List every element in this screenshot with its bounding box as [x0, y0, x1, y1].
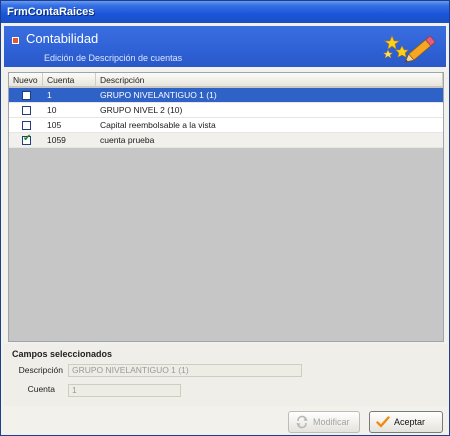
- aceptar-label: Aceptar: [394, 417, 426, 427]
- aceptar-button[interactable]: Aceptar: [369, 411, 443, 433]
- nuevo-cell: [9, 88, 43, 103]
- cuenta-cell: 105: [47, 120, 62, 130]
- window-title: FrmContaRaices: [7, 6, 95, 18]
- bullet-icon: [12, 37, 19, 44]
- descripcion-label: Descripción: [18, 365, 63, 375]
- column-header-nuevo[interactable]: Nuevo: [9, 73, 43, 87]
- descripcion-field[interactable]: GRUPO NIVELANTIGUO 1 (1): [68, 364, 302, 377]
- table-row[interactable]: 1 GRUPO NIVELANTIGUO 1 (1): [9, 88, 443, 103]
- nuevo-cell: [9, 103, 43, 118]
- modificar-label: Modificar: [313, 417, 350, 427]
- column-header-cuenta[interactable]: Cuenta: [43, 73, 96, 87]
- checkmark-icon: [376, 416, 390, 428]
- column-header-descripcion[interactable]: Descripción: [96, 73, 443, 87]
- modificar-button[interactable]: Modificar: [288, 411, 360, 433]
- selected-fields-title: Campos seleccionados: [12, 349, 113, 359]
- cuenta-label: Cuenta: [27, 384, 55, 394]
- cuenta-cell: 10: [47, 105, 57, 115]
- selected-fields-panel: Campos seleccionados Descripción GRUPO N…: [4, 344, 448, 406]
- descripcion-cell: cuenta prueba: [100, 135, 155, 145]
- table-row[interactable]: 105 Capital reembolsable a la vista: [9, 118, 443, 133]
- accounts-grid[interactable]: Nuevo Cuenta Descripción 1 GRUPO NIVELAN…: [8, 72, 444, 342]
- table-row[interactable]: ✔ 1059 cuenta prueba: [9, 133, 443, 148]
- nuevo-cell: ✔: [9, 133, 43, 148]
- header-banner: Contabilidad Edición de Descripción de c…: [4, 26, 446, 67]
- header-title: Contabilidad: [26, 31, 99, 46]
- nuevo-cell: [9, 118, 43, 133]
- nuevo-checkbox[interactable]: [22, 121, 31, 130]
- stars-pencil-icon: [382, 35, 436, 63]
- descripcion-cell: GRUPO NIVEL 2 (10): [100, 105, 183, 115]
- cuenta-cell: 1059: [47, 135, 66, 145]
- refresh-icon: [296, 415, 308, 429]
- cuenta-field[interactable]: 1: [68, 384, 181, 397]
- grid-header: Nuevo Cuenta Descripción: [9, 73, 443, 87]
- descripcion-cell: GRUPO NIVELANTIGUO 1 (1): [100, 90, 217, 100]
- nuevo-checkbox[interactable]: [22, 106, 31, 115]
- nuevo-checkbox[interactable]: ✔: [22, 133, 32, 145]
- descripcion-cell: Capital reembolsable a la vista: [100, 120, 216, 130]
- header-subtitle: Edición de Descripción de cuentas: [44, 53, 183, 63]
- title-bar[interactable]: FrmContaRaices: [1, 1, 449, 23]
- table-row[interactable]: 10 GRUPO NIVEL 2 (10): [9, 103, 443, 118]
- cuenta-cell: 1: [47, 90, 52, 100]
- main-window: FrmContaRaices Contabilidad Edición de D…: [0, 0, 450, 436]
- check-icon: ✔: [23, 133, 32, 144]
- nuevo-checkbox[interactable]: [22, 91, 31, 100]
